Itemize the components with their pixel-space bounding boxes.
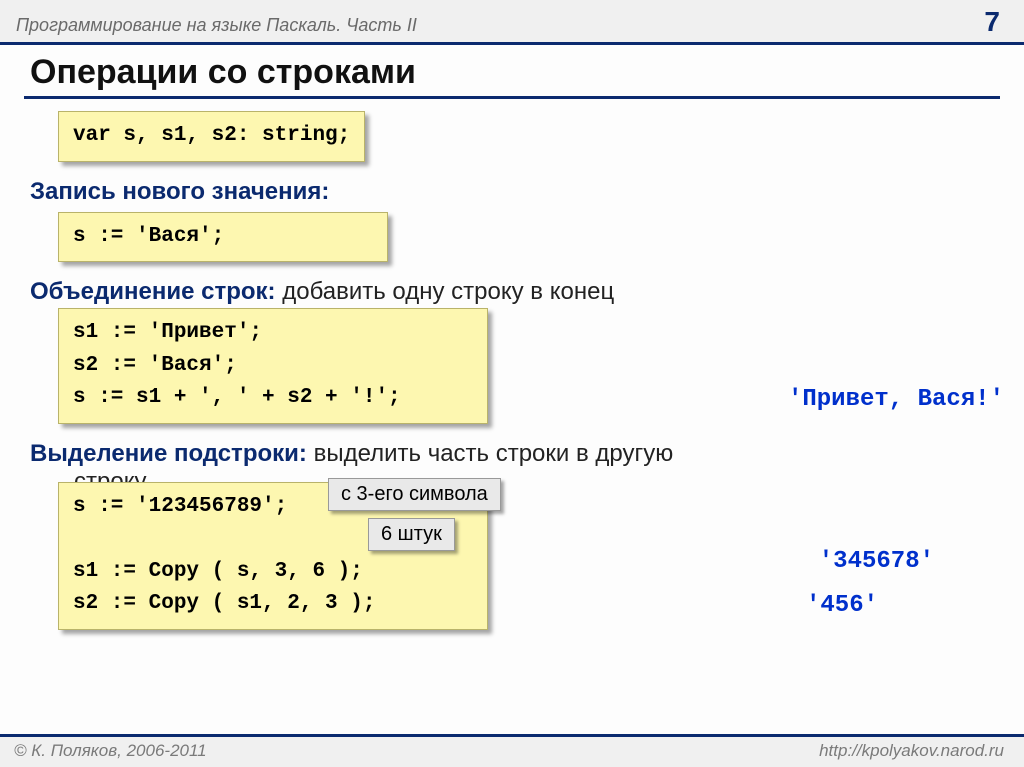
section-substr-cont1: выделить часть строки в другую [314, 440, 674, 467]
header-title: Программирование на языке Паскаль. Часть… [16, 15, 417, 36]
footer-url: http://kpolyakov.narod.ru [819, 741, 1004, 761]
page-number: 7 [984, 6, 1000, 38]
result-concat: 'Привет, Вася!' [788, 386, 1004, 413]
callout-six-items: 6 штук [368, 518, 455, 551]
section-concat-cont: добавить одну строку в конец [282, 278, 614, 305]
section-substr-label: Выделение подстроки: [30, 440, 314, 467]
slide-content: var s, s1, s2: string; Запись нового зна… [0, 111, 1024, 630]
slide-footer: © К. Поляков, 2006-2011 http://kpolyakov… [0, 734, 1024, 767]
result-substr-1: '345678' [819, 548, 934, 575]
code-concat: s1 := 'Привет'; s2 := 'Вася'; s := s1 + … [58, 308, 488, 424]
callout-from-third: с 3-его символа [328, 478, 501, 511]
footer-copyright: © К. Поляков, 2006-2011 [14, 741, 207, 761]
title-rule [24, 96, 1000, 99]
code-declaration: var s, s1, s2: string; [58, 111, 365, 162]
slide-header: Программирование на языке Паскаль. Часть… [0, 0, 1024, 45]
section-assignment-label: Запись нового значения: [30, 178, 329, 205]
section-concat-label: Объединение строк: [30, 278, 282, 305]
code-assignment: s := 'Вася'; [58, 212, 388, 263]
result-substr-2: '456' [806, 592, 878, 619]
slide-title: Операции со строками [30, 53, 1024, 92]
